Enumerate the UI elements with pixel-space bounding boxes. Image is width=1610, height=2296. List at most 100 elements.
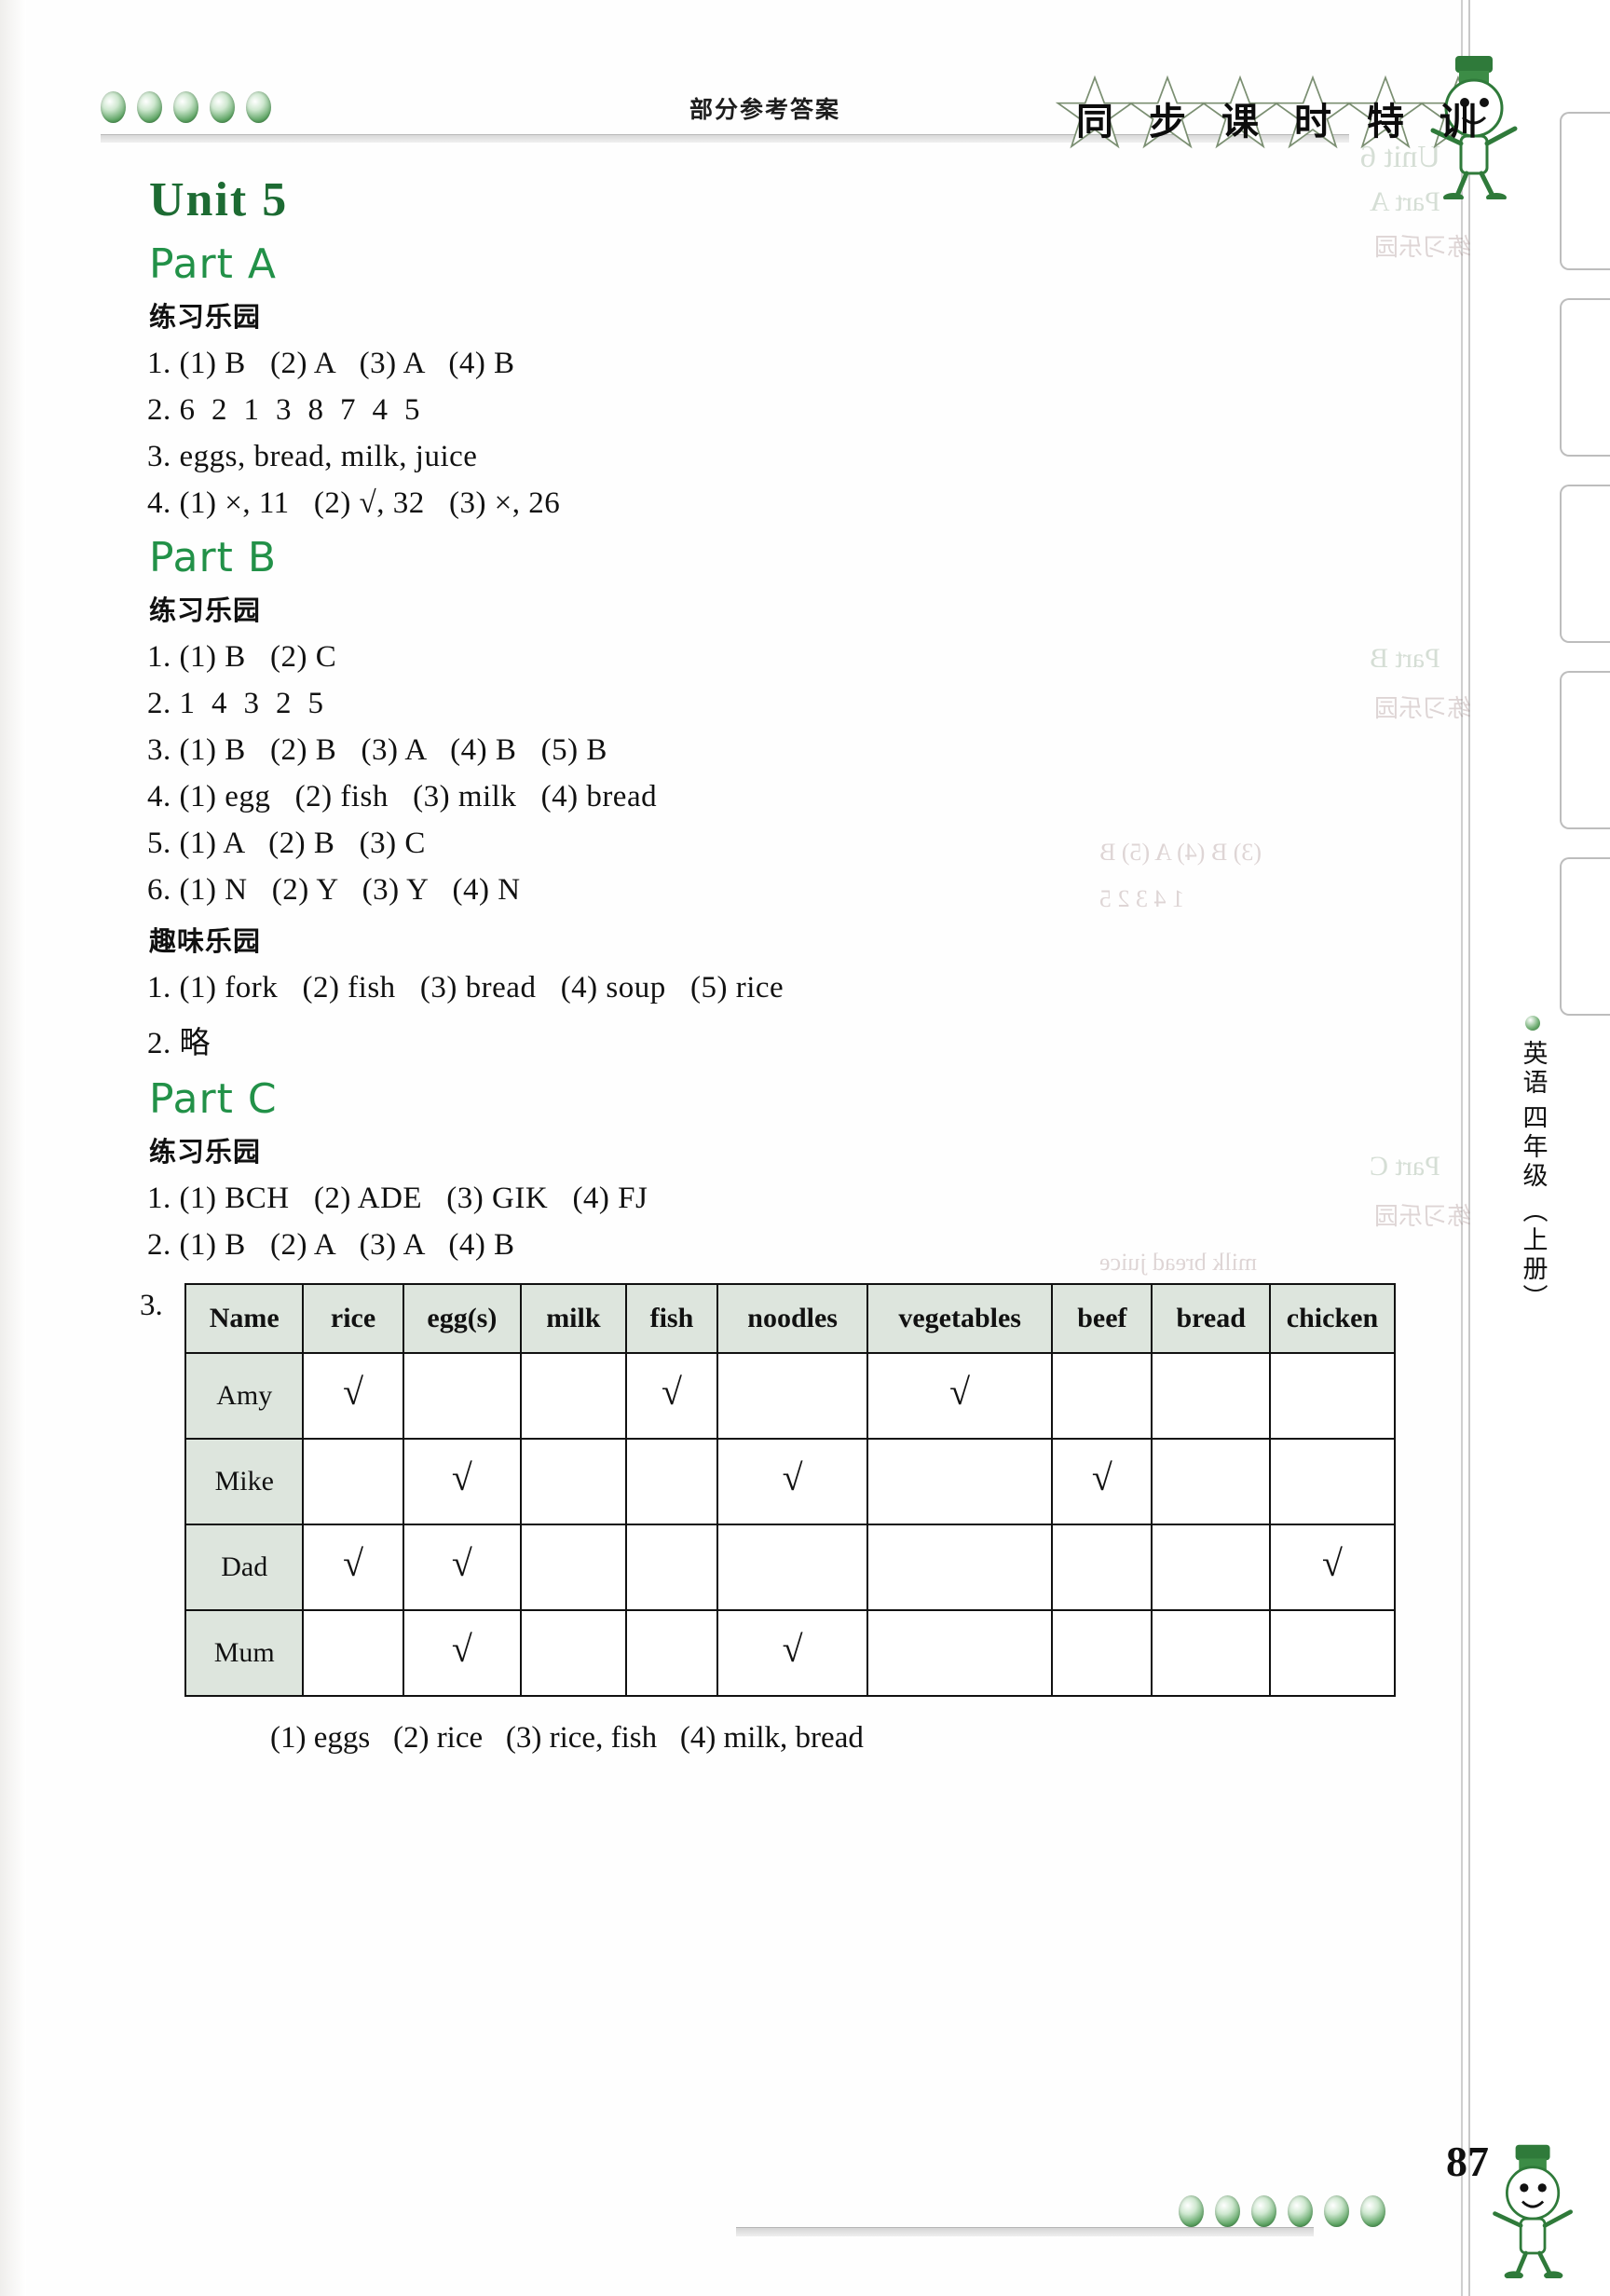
check-icon: √ (782, 1456, 803, 1498)
star-icon: 时 (1273, 73, 1353, 153)
dot-icon (1324, 2195, 1349, 2227)
answer-line: 4. (1) egg (2) fish (3) milk (4) bread (147, 780, 658, 813)
header-dot-decoration (101, 91, 271, 123)
table-cell-empty (1268, 1352, 1397, 1440)
check-icon: √ (451, 1456, 472, 1498)
table-row: Mum √ √ (184, 1609, 1397, 1697)
spine-subject: 英语 (1518, 1040, 1548, 1098)
page-margin-strip: 英语 四年级 （上册） (1461, 0, 1610, 2296)
answer-line: 1. (1) BCH (2) ADE (3) GIK (4) FJ (147, 1182, 648, 1215)
table-cell-empty (866, 1609, 1054, 1697)
table-cell-empty (866, 1438, 1054, 1525)
table-column-header: chicken (1268, 1283, 1397, 1354)
thumb-notch (1560, 485, 1610, 643)
star-icon: 课 (1200, 73, 1280, 153)
star-icon: 同 (1055, 73, 1135, 153)
paper-edge (0, 0, 26, 2296)
group-heading: 练习乐园 (149, 301, 262, 333)
table-column-header: fish (624, 1283, 719, 1354)
star-icon: 步 (1127, 73, 1208, 153)
footer-divider (736, 2227, 1314, 2236)
star-char-text: 特 (1367, 101, 1404, 144)
table-body: Amy √ √ √ Mike √ √ √ Dad √ √ √ Mum √ √ (184, 1352, 1397, 1697)
answer-line: 1. (1) B (2) A (3) A (4) B (147, 347, 515, 380)
group-heading: 趣味乐园 (149, 925, 262, 957)
dot-icon (1251, 2195, 1276, 2227)
answer-line: 6. (1) N (2) Y (3) Y (4) N (147, 873, 521, 907)
table-cell-empty (1151, 1609, 1271, 1697)
table-column-header: rice (302, 1283, 404, 1354)
answer-line: 2. (1) B (2) A (3) A (4) B (147, 1228, 515, 1262)
ghost-text: 练习乐园 (1374, 695, 1472, 722)
table-row-name: Mum (184, 1609, 305, 1697)
table-cell-empty (624, 1609, 719, 1697)
check-icon: √ (451, 1541, 472, 1584)
part-title-c: Part C (149, 1075, 278, 1123)
check-icon: √ (343, 1370, 364, 1413)
answer-line: 5. (1) A (2) B (3) C (147, 827, 426, 860)
thumb-notch (1560, 857, 1610, 1016)
part-title-a: Part A (149, 240, 277, 288)
table-cell-checked: √ (402, 1609, 523, 1697)
header-label: 部分参考答案 (689, 96, 841, 123)
answer-line: 1. (1) B (2) C (147, 640, 337, 674)
table-cell-empty (1151, 1438, 1271, 1525)
table-cell-checked: √ (716, 1609, 869, 1697)
table-column-header: beef (1051, 1283, 1153, 1354)
question-3: 3. Name rice egg(s) milk fish noodles vegetabl… (140, 1283, 1397, 1756)
table-row-name: Dad (184, 1524, 305, 1611)
check-icon: √ (782, 1627, 803, 1670)
check-icon: √ (451, 1627, 472, 1670)
table-row-name: Mike (184, 1438, 305, 1525)
table-cell-checked: √ (716, 1438, 869, 1525)
dot-icon (246, 91, 271, 123)
unit-title: Unit 5 (149, 173, 289, 226)
check-icon: √ (949, 1370, 971, 1413)
table-column-header: egg(s) (402, 1283, 523, 1354)
check-icon: √ (343, 1541, 364, 1584)
check-icon: √ (1091, 1456, 1112, 1498)
table-column-header: milk (520, 1283, 627, 1354)
thumb-notch (1560, 298, 1610, 457)
answer-line: 2. 1 4 3 2 5 (147, 687, 324, 720)
page-header: 部分参考答案 同 步 课 时 特 训 (93, 45, 1518, 202)
ghost-text: 练习乐园 (1374, 234, 1472, 261)
ghost-text: Part C (1370, 1151, 1440, 1182)
answer-line: 3. (1) B (2) B (3) A (4) B (5) B (147, 733, 607, 767)
answer-key-page: 英语 四年级 （上册） Unit 6 Part A 练习乐园 Part B 练习… (0, 0, 1610, 2296)
table-cell-empty (520, 1524, 627, 1611)
table-header-row: Name rice egg(s) milk fish noodles vegetables b… (184, 1283, 1397, 1354)
table-cell-empty (1268, 1609, 1397, 1697)
table-cell-empty (520, 1438, 627, 1525)
table-row: Mike √ √ √ (184, 1438, 1397, 1525)
table-cell-checked: √ (302, 1352, 404, 1440)
margin-rule (1468, 0, 1470, 2296)
pencil-mascot-icon (1478, 2139, 1590, 2283)
book-spine-info: 英语 四年级 （上册） (1481, 1016, 1584, 1319)
spine-grade: 四年级 (1518, 1104, 1548, 1192)
table-column-header: vegetables (866, 1283, 1054, 1354)
answer-content: Unit 5 Part A 练习乐园 1. (1) B (2) A (3) A … (140, 172, 1397, 1756)
table-cell-checked: √ (1268, 1524, 1397, 1611)
ghost-text: Part B (1370, 643, 1440, 674)
dot-icon (101, 91, 126, 123)
table-column-header: bread (1151, 1283, 1271, 1354)
dot-icon (1215, 2195, 1240, 2227)
answer-line: 1. (1) fork (2) fish (3) bread (4) soup … (147, 971, 785, 1004)
table-cell-empty (624, 1438, 719, 1525)
dot-icon (210, 91, 235, 123)
dot-icon (1179, 2195, 1204, 2227)
table-cell-empty (1051, 1524, 1153, 1611)
table-column-header: noodles (716, 1283, 869, 1354)
answer-line: 4. (1) ×, 11 (2) √, 32 (3) ×, 26 (147, 486, 561, 520)
answer-line: 2. 6 2 1 3 8 7 4 5 (147, 393, 420, 427)
star-char-text: 同 (1076, 101, 1113, 144)
table-cell-checked: √ (302, 1524, 404, 1611)
table-cell-empty (1268, 1438, 1397, 1525)
table-cell-checked: √ (624, 1352, 719, 1440)
table-cell-empty (716, 1352, 869, 1440)
table-cell-empty (302, 1438, 404, 1525)
table-cell-empty (1151, 1524, 1271, 1611)
dot-icon (173, 91, 198, 123)
table-cell-checked: √ (402, 1438, 523, 1525)
